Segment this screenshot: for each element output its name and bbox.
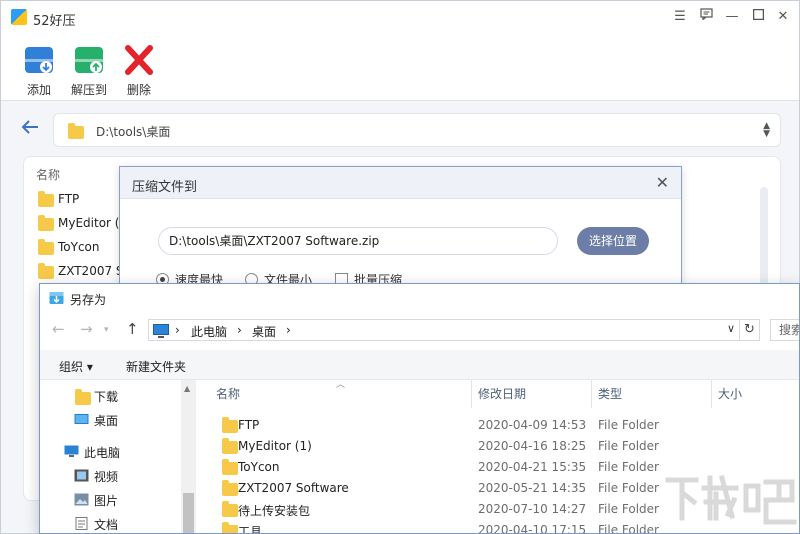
extract-icon — [75, 47, 103, 73]
this-pc-icon — [64, 445, 79, 457]
new-folder-button[interactable]: 新建文件夹 — [126, 358, 186, 375]
this-pc-icon — [153, 324, 169, 338]
sort-updown-icon[interactable]: ▲ ▼ — [763, 122, 770, 139]
column-header-name[interactable]: 名称 — [36, 166, 60, 183]
command-bar: 组织 ▾ 新建文件夹 — [40, 350, 799, 380]
pictures-icon — [74, 493, 89, 506]
close-icon[interactable]: ✕ — [772, 7, 794, 27]
folder-icon — [222, 417, 238, 433]
compress-dialog-title: 压缩文件到 — [132, 180, 198, 195]
zip-path-input[interactable]: D:\tools\桌面\ZXT2007 Software.zip — [158, 227, 558, 255]
recent-dropdown-icon[interactable]: ▾ — [104, 325, 109, 335]
save-as-title: 另存为 — [70, 293, 107, 307]
column-header-size[interactable]: 大小 — [712, 380, 799, 408]
download-folder-icon — [75, 389, 91, 405]
breadcrumb-separator[interactable]: › — [175, 323, 180, 337]
save-as-address-bar[interactable]: › 此电脑 › 桌面 › ∨ — [148, 319, 740, 341]
app-logo-icon — [11, 9, 27, 25]
compress-dialog-header: 压缩文件到 ✕ — [120, 167, 681, 199]
close-icon[interactable]: ✕ — [656, 173, 669, 192]
delete-button-label: 删除 — [126, 83, 151, 97]
video-icon — [74, 469, 89, 482]
forward-arrow-icon[interactable]: → — [80, 320, 93, 338]
scroll-thumb[interactable] — [183, 493, 194, 533]
delete-icon — [125, 45, 153, 75]
desktop-icon — [74, 414, 89, 424]
feedback-icon[interactable] — [695, 7, 717, 27]
table-row[interactable]: FTP 2020-04-09 14:53 File Folder — [196, 415, 799, 436]
choose-location-button[interactable]: 选择位置 — [577, 227, 649, 255]
folder-icon — [38, 215, 54, 231]
folder-icon — [38, 191, 54, 207]
add-button[interactable]: 添加 — [14, 45, 64, 98]
folder-icon — [222, 501, 238, 517]
breadcrumb-desktop[interactable]: 桌面 — [252, 323, 276, 340]
table-row[interactable]: MyEditor (1) 2020-04-16 18:25 File Folde… — [196, 436, 799, 457]
app-title: 52好压 — [33, 14, 76, 29]
organize-menu[interactable]: 组织 ▾ — [59, 358, 93, 375]
back-arrow-icon[interactable] — [21, 119, 43, 139]
current-path: D:\tools\桌面 — [96, 125, 171, 139]
scroll-up-icon[interactable]: ▲ — [184, 384, 190, 393]
extract-button-label: 解压到 — [70, 83, 107, 97]
add-archive-icon — [25, 47, 53, 73]
navigation-scrollbar[interactable]: ▲ — [181, 380, 196, 533]
maximize-icon[interactable] — [747, 7, 769, 27]
add-button-label: 添加 — [26, 83, 51, 97]
search-input[interactable]: 搜索 — [770, 319, 799, 341]
folder-icon — [222, 438, 238, 454]
compress-dialog: 压缩文件到 ✕ D:\tools\桌面\ZXT2007 Software.zip… — [119, 166, 682, 296]
save-as-icon — [49, 292, 64, 304]
settings-icon[interactable]: ☰ — [669, 7, 691, 27]
breadcrumb-separator[interactable]: › — [237, 323, 242, 337]
back-arrow-icon[interactable]: ← — [52, 320, 65, 338]
title-bar: 52好压 ☰ — ✕ — [1, 1, 799, 33]
column-header-date[interactable]: 修改日期 — [472, 380, 592, 408]
path-box[interactable]: D:\tools\桌面 ▲ ▼ — [53, 113, 781, 147]
breadcrumb-this-pc[interactable]: 此电脑 — [191, 323, 227, 340]
folder-icon — [222, 459, 238, 475]
folder-icon — [222, 522, 238, 533]
up-arrow-icon[interactable]: ↑ — [126, 320, 139, 338]
toolbar: 添加 解压到 删除 — [1, 33, 799, 101]
folder-icon — [38, 239, 54, 255]
navigation-pane: 下载 桌面 此电脑 视频 图片 文档 — [40, 380, 196, 533]
column-header-type[interactable]: 类型 — [592, 380, 712, 408]
folder-icon — [68, 123, 84, 139]
watermark-logo — [665, 474, 797, 525]
documents-icon — [75, 517, 88, 530]
delete-button[interactable]: 删除 — [114, 45, 164, 98]
breadcrumb-separator[interactable]: › — [286, 323, 291, 337]
extract-button[interactable]: 解压到 — [64, 45, 114, 98]
chevron-down-icon[interactable]: ∨ — [727, 322, 735, 335]
column-header-name[interactable]: 名称 — [210, 380, 472, 408]
folder-icon — [222, 480, 238, 496]
refresh-button[interactable]: ↻ — [740, 319, 760, 341]
address-bar: D:\tools\桌面 ▲ ▼ — [13, 111, 783, 147]
folder-icon — [38, 263, 54, 279]
minimize-icon[interactable]: — — [721, 7, 743, 27]
